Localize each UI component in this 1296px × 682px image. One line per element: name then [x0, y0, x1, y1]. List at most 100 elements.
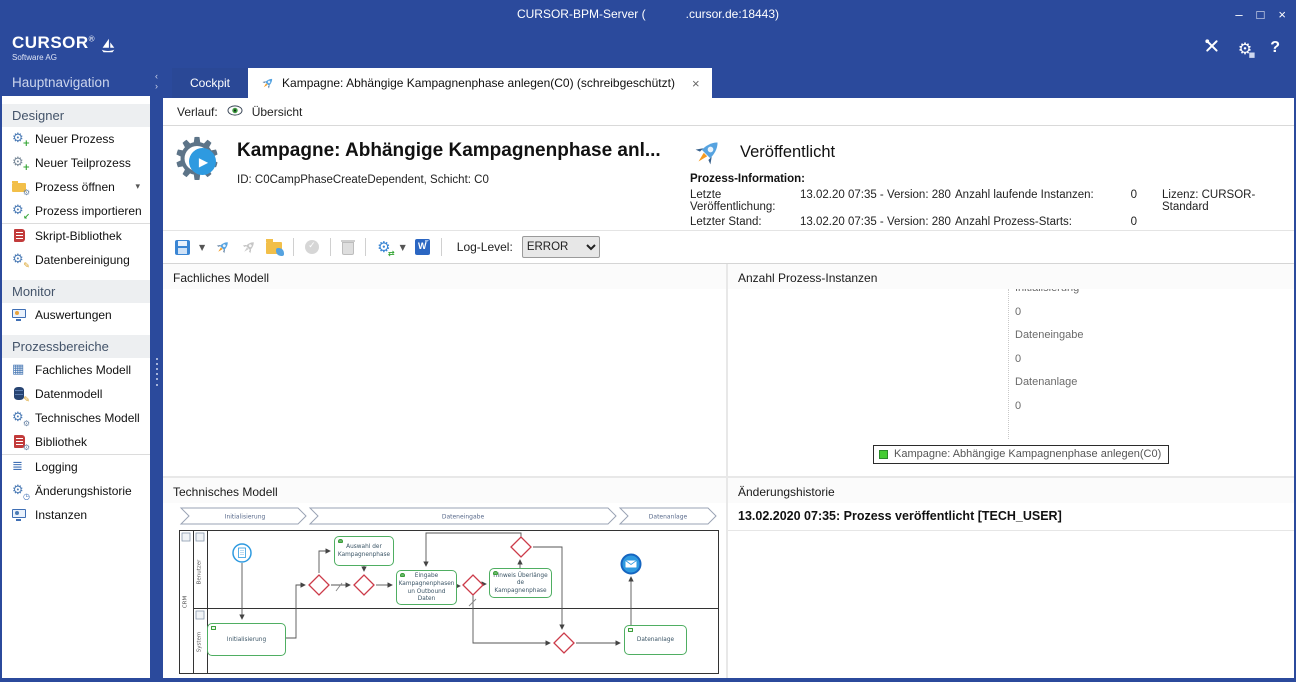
library-icon: ⚙ [12, 434, 29, 450]
tab-strip: Cockpit Kampagne: Abhängige Kampagnenpha… [163, 68, 1294, 98]
open-published-button[interactable] [266, 242, 282, 254]
brand-subtitle: Software AG [12, 54, 95, 62]
phase-label: Initialisierung [225, 514, 266, 521]
import-process-icon: ⚙↙ [12, 203, 29, 219]
phase-label: Dateneingabe [442, 514, 485, 521]
bpmn-task-auswahl[interactable]: Auswahl der Kampagnenphase [334, 536, 394, 566]
process-toolbar: ▼ ⚙⇄ ▼ Log-Level: ERROR [163, 230, 1294, 264]
validate-button[interactable] [305, 240, 319, 254]
maximize-button[interactable]: □ [1257, 8, 1265, 21]
brand-reg: ® [89, 35, 95, 44]
running-instances-label: Anzahl laufende Instanzen: [955, 189, 1094, 213]
log-level-label: Log-Level: [457, 240, 513, 254]
logo-bar: CURSOR® Software AG ⚙■ ? [0, 28, 1296, 68]
evaluations-icon [12, 307, 29, 323]
breadcrumb-bar: Verlauf: Übersicht [163, 98, 1294, 126]
breadcrumb-uebersicht[interactable]: Übersicht [252, 105, 303, 119]
export-gear-button[interactable]: ⚙⇄ [377, 240, 390, 255]
gateway[interactable] [354, 575, 374, 595]
gateway[interactable] [554, 633, 574, 653]
sidebar-section-monitor: Monitor [2, 280, 150, 303]
eye-icon [227, 105, 243, 119]
app-actions: ⚙■ ? [1203, 37, 1280, 59]
sidebar-collapse-strip[interactable]: ‹› [150, 68, 163, 678]
sidebar-item-neuer-prozess[interactable]: ⚙+ Neuer Prozess [2, 127, 150, 151]
panel-title: Anzahl Prozess-Instanzen [728, 264, 1294, 289]
user-task-icon [400, 573, 405, 578]
gateway[interactable] [309, 575, 329, 595]
new-process-icon: ⚙+ [12, 131, 29, 147]
tab-cockpit[interactable]: Cockpit [172, 68, 248, 98]
unpublish-rocket-button[interactable] [240, 239, 257, 256]
process-starts-value: 0 [1131, 216, 1137, 228]
verlauf-label: Verlauf: [177, 105, 218, 119]
sidebar-item-skript-bibliothek[interactable]: Skript-Bibliothek [2, 223, 150, 248]
save-button[interactable] [175, 240, 190, 255]
chevron-down-icon[interactable]: ▾ [135, 182, 140, 192]
sidebar-item-auswertungen[interactable]: Auswertungen [2, 303, 150, 327]
drag-handle-icon[interactable] [150, 356, 163, 387]
tab-close-icon[interactable]: × [692, 76, 700, 91]
word-export-button[interactable] [415, 239, 430, 255]
sailboat-icon [99, 37, 117, 60]
bpmn-task-datenanlage[interactable]: Datenanlage [624, 625, 687, 655]
window-controls: – □ × [1235, 0, 1286, 28]
last-publish-value: 13.02.20 07:35 - Version: 280 [800, 189, 955, 213]
sidebar-item-fachliches-modell[interactable]: ▦ Fachliches Modell [2, 358, 150, 382]
chart-legend: Kampagne: Abhängige Kampagnenphase anleg… [873, 445, 1169, 464]
technical-model-icon: ⚙⚙ [12, 410, 29, 426]
bpmn-task-eingabe[interactable]: Eingabe Kampagnenphasen un Outbound Date… [396, 570, 457, 605]
close-button[interactable]: × [1278, 8, 1286, 21]
sidebar-item-technisches-modell[interactable]: ⚙⚙ Technisches Modell [2, 406, 150, 430]
admin-gear-icon[interactable]: ⚙■ [1238, 39, 1252, 58]
collapse-chevrons-icon[interactable]: ‹› [150, 71, 163, 91]
sidebar-title: Hauptnavigation [2, 68, 150, 96]
legend-label: Kampagne: Abhängige Kampagnenphase anleg… [894, 448, 1161, 460]
bpmn-task-hinweis[interactable]: Hinweis Überlänge de Kampagnenphase [489, 568, 552, 598]
minimize-button[interactable]: – [1235, 8, 1242, 21]
help-icon[interactable]: ? [1270, 39, 1280, 57]
business-model-icon: ▦ [12, 362, 29, 378]
cursor-logo: CURSOR® Software AG [12, 34, 117, 62]
save-menu-caret-icon[interactable]: ▼ [199, 243, 205, 252]
sidebar-item-datenmodell[interactable]: ✎ Datenmodell [2, 382, 150, 406]
sidebar-item-aenderungshistorie[interactable]: ⚙◷ Änderungshistorie [2, 479, 150, 503]
gateway[interactable] [463, 575, 483, 595]
script-library-icon [12, 228, 29, 244]
brand-name: CURSOR [12, 33, 89, 52]
script-task-icon [628, 628, 633, 633]
sidebar-item-instanzen[interactable]: Instanzen [2, 503, 150, 527]
chart-value: 0 [1015, 306, 1084, 319]
sidebar-item-prozess-importieren[interactable]: ⚙↙ Prozess importieren [2, 199, 150, 223]
sidebar-item-bibliothek[interactable]: ⚙ Bibliothek [2, 430, 150, 454]
end-event[interactable] [622, 555, 641, 574]
sidebar-section-designer: Designer [2, 104, 150, 127]
last-publish-label: Letzte Veröffentlichung: [690, 189, 800, 213]
sidebar-item-prozess-oeffnen[interactable]: ⚙ Prozess öffnen ▾ [2, 175, 150, 199]
panel-fachliches-modell: Fachliches Modell [163, 264, 726, 476]
start-event[interactable] [233, 544, 251, 562]
chart-value: 0 [1015, 400, 1084, 413]
phase-label: Datenanlage [649, 514, 688, 521]
tools-icon[interactable] [1203, 37, 1220, 59]
legend-swatch [879, 450, 888, 459]
delete-button[interactable] [342, 242, 354, 255]
bpmn-task-initialisierung[interactable]: Initialisierung [207, 623, 286, 656]
process-gear-play-icon: ⚙ ▶ [173, 134, 231, 192]
panel-title: Änderungshistorie [728, 478, 1294, 503]
log-level-select[interactable]: ERROR [522, 236, 600, 258]
sidebar-item-datenbereinigung[interactable]: ⚙✎ Datenbereinigung [2, 248, 150, 272]
gateway[interactable] [511, 537, 531, 557]
tab-kampagne[interactable]: Kampagne: Abhängige Kampagnenphase anleg… [248, 68, 712, 98]
publish-rocket-button[interactable] [214, 239, 231, 256]
chart-category: Initialisierung [1015, 289, 1084, 295]
app-window: CURSOR-BPM-Server ( .cursor.de:18443) – … [0, 0, 1296, 682]
bpmn-diagram: Initialisierung Dateneingabe Datenanlage [179, 506, 724, 678]
rocket-icon [260, 76, 275, 91]
chart-value: 0 [1015, 353, 1084, 366]
sidebar-item-logging[interactable]: ≣ Logging [2, 454, 150, 479]
sidebar-item-neuer-teilprozess[interactable]: ⚙+ Neuer Teilprozess [2, 151, 150, 175]
process-meta: ID: C0CampPhaseCreateDependent, Schicht:… [237, 174, 489, 186]
history-entry[interactable]: 13.02.2020 07:35: Prozess veröffentlicht… [728, 503, 1294, 531]
export-menu-caret-icon[interactable]: ▼ [400, 243, 406, 252]
